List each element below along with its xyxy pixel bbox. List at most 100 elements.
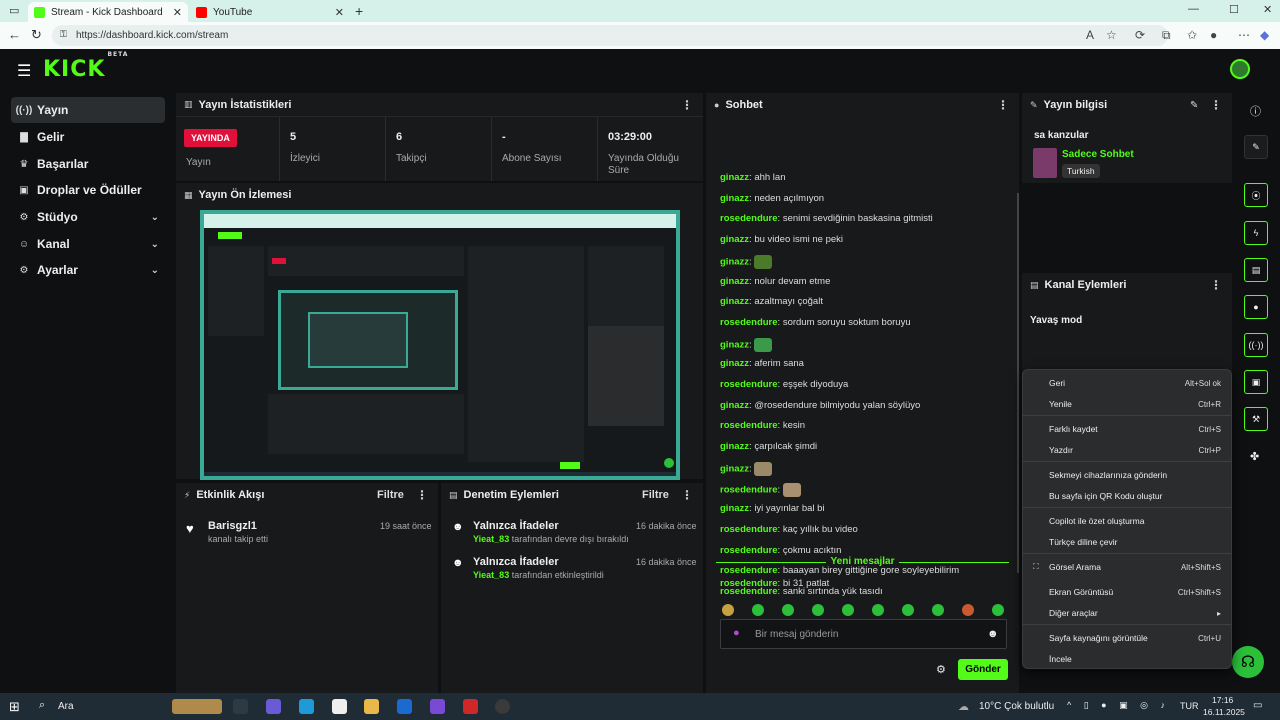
category-name[interactable]: Sadece Sohbet: [1062, 149, 1134, 160]
chat-username[interactable]: ginazz: [720, 172, 749, 183]
minimize-icon[interactable]: —: [1188, 3, 1199, 15]
chat-username[interactable]: rosedendure: [720, 545, 778, 556]
slow-mode-label[interactable]: Yavaş mod: [1030, 315, 1082, 326]
url-field[interactable]: ⚿ https://dashboard.kick.com/stream: [52, 25, 1168, 46]
copilot-icon[interactable]: ◆: [1260, 28, 1269, 42]
quick-emote-button[interactable]: [992, 604, 1004, 616]
edge-app-icon[interactable]: [299, 699, 314, 714]
new-messages-divider[interactable]: Yeni mesajlar: [716, 556, 1009, 567]
kebab-menu-icon[interactable]: ⋮: [681, 488, 693, 502]
context-menu-item[interactable]: İncele: [1023, 649, 1231, 669]
close-tab-icon[interactable]: ✕: [173, 6, 182, 19]
context-menu-item[interactable]: Yenile Ctrl+R: [1023, 394, 1231, 414]
extension-icon[interactable]: ⟳: [1135, 28, 1145, 42]
context-menu-item[interactable]: Türkçe diline çevir: [1023, 532, 1231, 552]
tab-youtube[interactable]: YouTube ✕: [190, 2, 350, 22]
sidebar-item-gelir[interactable]: ▇ Gelir: [11, 124, 165, 150]
refresh-icon[interactable]: ↻: [31, 27, 42, 43]
chat-username[interactable]: rosedendure: [720, 379, 778, 390]
chatgpt-app-icon[interactable]: [430, 699, 445, 714]
send-button[interactable]: Gönder: [958, 659, 1008, 680]
sidebar-item-basarilar[interactable]: ♛ Başarılar: [11, 151, 165, 177]
sidebar-item-ayarlar[interactable]: ⚙ Ayarlar ⌄: [11, 257, 165, 283]
chat-username[interactable]: rosedendure: [720, 484, 778, 495]
kebab-menu-icon[interactable]: ⋮: [997, 98, 1009, 112]
chat-username[interactable]: ginazz: [720, 503, 749, 514]
chat-username[interactable]: ginazz: [720, 276, 749, 287]
context-menu-item[interactable]: Sayfa kaynağını görüntüle Ctrl+U: [1023, 628, 1231, 648]
chat-emote-image[interactable]: [782, 482, 801, 497]
obs-app-icon[interactable]: [495, 699, 510, 714]
quick-emote-button[interactable]: [932, 604, 944, 616]
notification-icon[interactable]: ▭: [1253, 700, 1262, 711]
quick-emote-button[interactable]: [842, 604, 854, 616]
quick-emote-button[interactable]: [722, 604, 734, 616]
windows-start-icon[interactable]: ⊞: [9, 699, 20, 715]
chat-message-input[interactable]: ● Bir mesaj gönderin ☻: [720, 619, 1007, 649]
mod-user[interactable]: Yieat_83: [473, 570, 509, 580]
chat-username[interactable]: ginazz: [720, 339, 749, 350]
rail-lightning-button[interactable]: ϟ: [1244, 221, 1268, 245]
rail-edit-button[interactable]: ✎: [1244, 135, 1268, 159]
taskbar-search-icon[interactable]: ⌕: [39, 699, 45, 712]
input-language[interactable]: TUR: [1180, 701, 1199, 711]
kebab-menu-icon[interactable]: ⋮: [1210, 98, 1222, 112]
sidebar-item-yayin[interactable]: ((·)) Yayın: [11, 97, 165, 123]
chat-username[interactable]: rosedendure: [720, 213, 778, 224]
context-menu-item[interactable]: Geri Alt+Sol ok: [1023, 373, 1231, 393]
chat-username[interactable]: ginazz: [720, 193, 749, 204]
sidebar-item-kanal[interactable]: ☺ Kanal ⌄: [11, 231, 165, 257]
file-explorer-icon[interactable]: [364, 699, 379, 714]
quick-emote-button[interactable]: [812, 604, 824, 616]
quick-emote-button[interactable]: [902, 604, 914, 616]
chat-username[interactable]: ginazz: [720, 463, 749, 474]
kick-logo[interactable]: KICKBETA: [43, 51, 127, 82]
apps-icon[interactable]: ✤: [1250, 450, 1259, 463]
clock-time[interactable]: 17:16: [1212, 695, 1233, 705]
chat-emote-image[interactable]: [754, 337, 773, 352]
new-tab-icon[interactable]: +: [355, 3, 363, 19]
weather-text[interactable]: 10°C Çok bulutlu: [979, 701, 1054, 712]
profile-icon[interactable]: ●: [1210, 28, 1217, 42]
chat-username[interactable]: rosedendure: [720, 317, 778, 328]
chat-username[interactable]: ginazz: [720, 234, 749, 245]
read-aloud-icon[interactable]: A: [1086, 28, 1094, 42]
context-menu-item[interactable]: Sekmeyi cihazlarınıza gönderin: [1023, 465, 1231, 485]
context-menu-item[interactable]: Ekran Görüntüsü Ctrl+Shift+S: [1023, 582, 1231, 602]
context-menu-item[interactable]: Bu sayfa için QR Kodu oluştur: [1023, 486, 1231, 506]
rail-wrench-button[interactable]: ⚒: [1244, 407, 1268, 431]
maximize-icon[interactable]: ☐: [1229, 3, 1239, 16]
context-menu-item[interactable]: Copilot ile özet oluşturma: [1023, 511, 1231, 531]
scrollbar[interactable]: [1017, 193, 1019, 573]
kebab-menu-icon[interactable]: ⋮: [1210, 278, 1222, 292]
edit-icon[interactable]: ✎: [1190, 100, 1198, 111]
kebab-menu-icon[interactable]: ⋮: [416, 488, 428, 502]
filter-button[interactable]: Filtre: [642, 489, 669, 501]
chat-username[interactable]: ginazz: [720, 256, 749, 267]
quick-emote-button[interactable]: [962, 604, 974, 616]
store-app-icon[interactable]: [332, 699, 347, 714]
chat-username[interactable]: rosedendure: [720, 578, 778, 589]
favorites-icon[interactable]: ✩: [1187, 28, 1197, 42]
chat-username[interactable]: ginazz: [720, 296, 749, 307]
copilot-app-icon[interactable]: [266, 699, 281, 714]
outlook-app-icon[interactable]: [397, 699, 412, 714]
hamburger-menu-icon[interactable]: ☰: [17, 61, 31, 81]
clock-date[interactable]: 16.11.2025: [1203, 707, 1245, 717]
context-menu-item[interactable]: Yazdır Ctrl+P: [1023, 440, 1231, 460]
chat-username[interactable]: ginazz: [720, 358, 749, 369]
chat-username[interactable]: ginazz: [720, 400, 749, 411]
split-screen-icon[interactable]: ⧉: [1162, 28, 1171, 43]
chat-username[interactable]: ginazz: [720, 441, 749, 452]
chat-emote-image[interactable]: [754, 254, 773, 269]
rail-broadcast-button[interactable]: ((·)): [1244, 333, 1268, 357]
rail-chat-button[interactable]: ●: [1244, 295, 1268, 319]
close-tab-icon[interactable]: ✕: [335, 6, 344, 19]
rail-camera-button[interactable]: ⦿: [1244, 183, 1268, 207]
stream-preview-video[interactable]: [200, 210, 680, 480]
category-thumbnail[interactable]: [1033, 148, 1057, 178]
window-icon[interactable]: ▭: [9, 4, 19, 17]
chat-emote-image[interactable]: [754, 461, 773, 476]
kebab-menu-icon[interactable]: ⋮: [681, 98, 693, 112]
quick-emote-button[interactable]: [872, 604, 884, 616]
